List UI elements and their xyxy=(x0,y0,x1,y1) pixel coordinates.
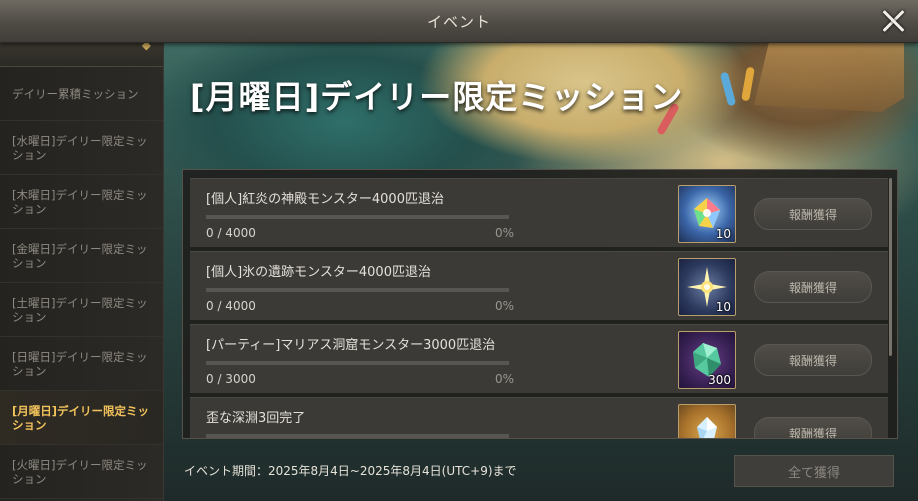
event-window: イベント ◆ デイリー累積ミッション [水曜日]デイリー限定ミッション [木曜日… xyxy=(0,0,918,501)
reward-quantity: 10 xyxy=(715,227,731,241)
progress-count: 0 / 3000 xyxy=(206,372,256,386)
event-period: イベント期間：2025年8月4日~2025年8月4日(UTC+9)まで xyxy=(184,464,517,478)
progress-percent: 0% xyxy=(494,299,514,313)
claim-all-button[interactable]: 全て獲得 xyxy=(734,455,894,487)
diamond-icon: ◆ xyxy=(141,42,151,52)
mission-name: [個人]氷の遺跡モンスター4000匹退治 xyxy=(206,265,431,280)
sidebar-item-label: [月曜日]デイリー限定ミッション xyxy=(12,403,150,432)
sidebar-item-label: [木曜日]デイリー限定ミッション xyxy=(12,187,148,216)
reward-item[interactable] xyxy=(678,404,736,438)
mission-row: [個人]氷の遺跡モンスター4000匹退治 0 / 4000 0% 10 報酬獲得 xyxy=(190,251,888,320)
sidebar-item-thursday[interactable]: [木曜日]デイリー限定ミッション xyxy=(0,175,163,229)
mission-name: [個人]紅炎の神殿モンスター4000匹退治 xyxy=(206,192,444,207)
sidebar-item-daily-cumulative[interactable]: デイリー累積ミッション xyxy=(0,67,163,121)
progress-percent: 0% xyxy=(494,372,514,386)
surfboard-illustration xyxy=(719,71,737,107)
close-icon[interactable] xyxy=(878,6,908,36)
progress-bar xyxy=(206,288,509,292)
sidebar-item-tuesday[interactable]: [火曜日]デイリー限定ミッション xyxy=(0,445,163,499)
progress-count: 0 / 4000 xyxy=(206,299,256,313)
mission-row: 歪な深淵3回完了 報酬獲得 xyxy=(190,397,888,438)
sidebar-item-label: [火曜日]デイリー限定ミッション xyxy=(12,457,148,486)
mission-row: [パーティー]マリアス洞窟モンスター3000匹退治 0 / 3000 0% 30… xyxy=(190,324,888,393)
ice-crystal-icon xyxy=(679,405,735,438)
sidebar-item-sunday[interactable]: [日曜日]デイリー限定ミッション xyxy=(0,337,163,391)
mission-name: 歪な深淵3回完了 xyxy=(206,411,306,426)
sidebar-item-label: [土曜日]デイリー限定ミッション xyxy=(12,295,148,324)
sidebar-item-label: [金曜日]デイリー限定ミッション xyxy=(12,241,148,270)
mission-sidebar: ◆ デイリー累積ミッション [水曜日]デイリー限定ミッション [木曜日]デイリー… xyxy=(0,42,164,501)
claim-reward-button[interactable]: 報酬獲得 xyxy=(754,198,872,230)
title-bar: イベント xyxy=(0,0,918,43)
progress-bar xyxy=(206,361,509,365)
progress-percent: 0% xyxy=(494,226,514,240)
page-title: [月曜日]デイリー限定ミッション xyxy=(190,78,684,116)
progress-bar xyxy=(206,215,509,219)
mission-row: [個人]紅炎の神殿モンスター4000匹退治 0 / 4000 0% 10 報酬獲… xyxy=(190,178,888,247)
sidebar-item-saturday[interactable]: [土曜日]デイリー限定ミッション xyxy=(0,283,163,337)
progress-bar xyxy=(206,434,509,438)
mission-name: [パーティー]マリアス洞窟モンスター3000匹退治 xyxy=(206,338,496,353)
surfboard-illustration xyxy=(741,66,755,102)
list-scrollbar[interactable] xyxy=(889,178,892,356)
sidebar-item-label: [日曜日]デイリー限定ミッション xyxy=(12,349,148,378)
sidebar-item-monday[interactable]: [月曜日]デイリー限定ミッション xyxy=(0,391,163,445)
mission-list[interactable]: [個人]紅炎の神殿モンスター4000匹退治 0 / 4000 0% 10 報酬獲… xyxy=(182,169,898,439)
reward-quantity: 300 xyxy=(708,373,731,387)
claim-reward-button[interactable]: 報酬獲得 xyxy=(754,417,872,438)
sidebar-item-friday[interactable]: [金曜日]デイリー限定ミッション xyxy=(0,229,163,283)
sidebar-header-partial: ◆ xyxy=(0,42,163,67)
mission-panel: [月曜日]デイリー限定ミッション [個人]紅炎の神殿モンスター4000匹退治 0… xyxy=(164,42,918,501)
sidebar-item-wednesday[interactable]: [水曜日]デイリー限定ミッション xyxy=(0,121,163,175)
sidebar-item-label: [水曜日]デイリー限定ミッション xyxy=(12,133,148,162)
progress-count: 0 / 4000 xyxy=(206,226,256,240)
beach-hut-illustration xyxy=(754,42,904,112)
claim-reward-button[interactable]: 報酬獲得 xyxy=(754,344,872,376)
window-title: イベント xyxy=(426,13,491,31)
reward-item[interactable]: 10 xyxy=(678,258,736,316)
reward-quantity: 10 xyxy=(715,300,731,314)
claim-reward-button[interactable]: 報酬獲得 xyxy=(754,271,872,303)
reward-item[interactable]: 10 xyxy=(678,185,736,243)
reward-item[interactable]: 300 xyxy=(678,331,736,389)
sidebar-item-label: デイリー累積ミッション xyxy=(12,86,139,101)
